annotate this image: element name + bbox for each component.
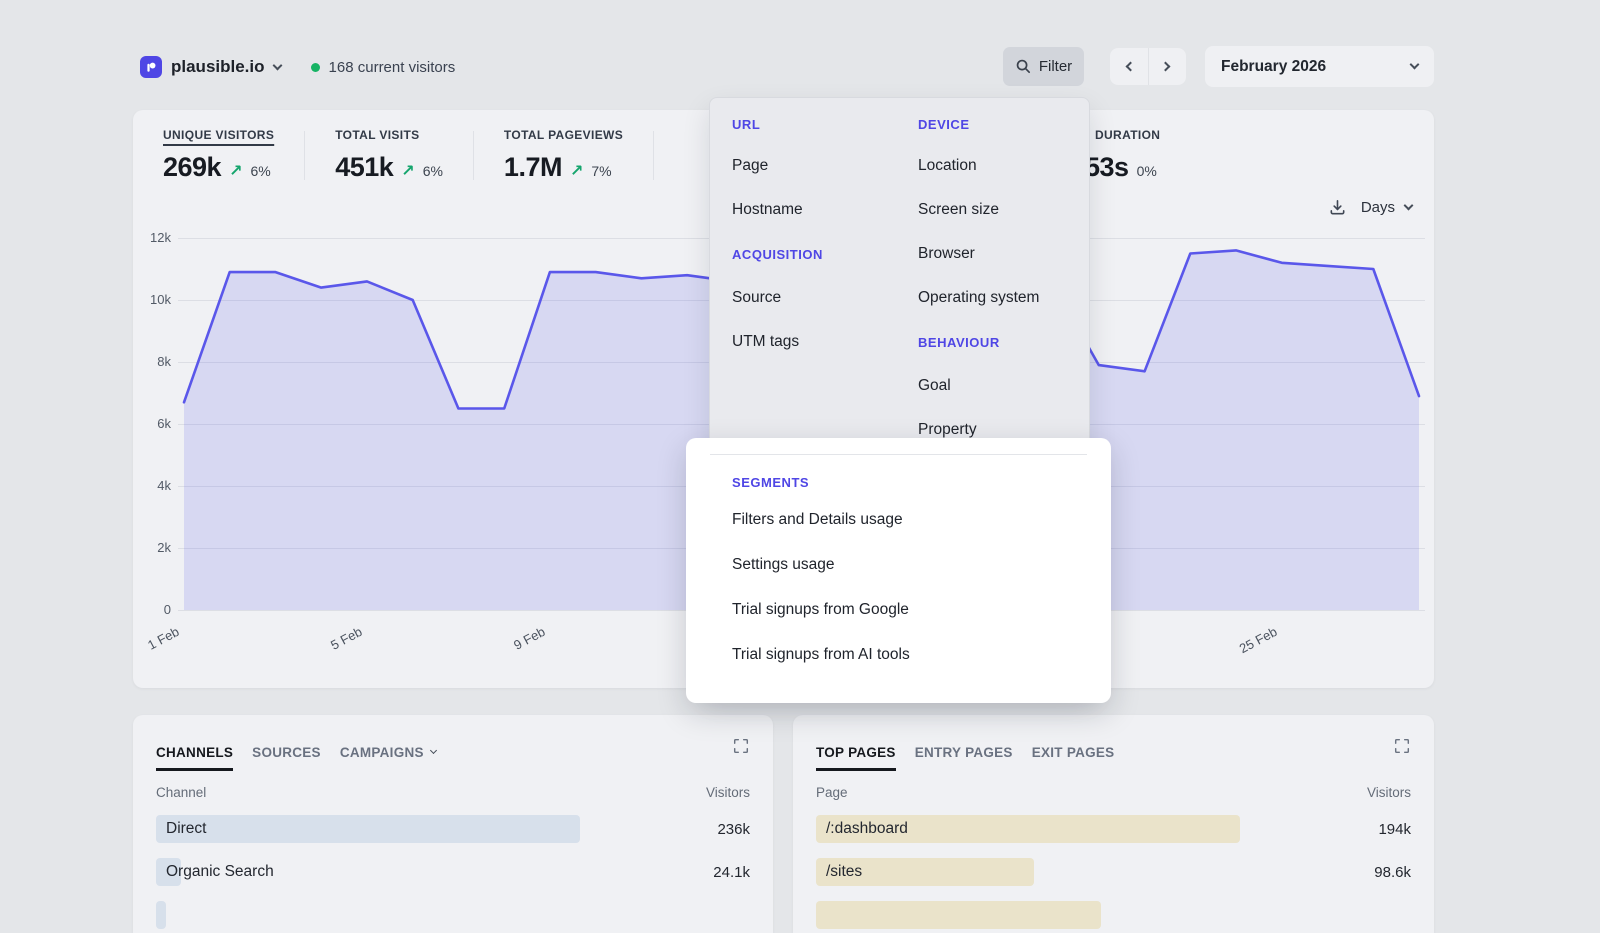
row-value: 236k: [717, 821, 750, 838]
tab-sources[interactable]: SOURCES: [252, 745, 321, 771]
next-period-button[interactable]: [1149, 48, 1187, 85]
table-header: Channel Visitors: [156, 785, 750, 800]
col-header-left: Channel: [156, 785, 206, 800]
table-row[interactable]: /sites 98.6k: [816, 858, 1411, 886]
tab-top-pages[interactable]: TOP PAGES: [816, 745, 896, 771]
y-axis-label: 12k: [133, 230, 171, 245]
filter-item-source[interactable]: Source: [732, 276, 918, 320]
filter-menu-grid: URLPageHostnameACQUISITIONSourceUTM tags…: [710, 98, 1089, 452]
x-axis-label: 1 Feb: [118, 624, 182, 667]
site-name: plausible.io: [171, 57, 265, 77]
date-range-label: February 2026: [1221, 58, 1326, 76]
table-row[interactable]: [156, 901, 750, 929]
row-label[interactable]: /sites: [816, 863, 862, 881]
divider: [710, 454, 1087, 455]
row-label[interactable]: /:dashboard: [816, 820, 908, 838]
tab-entry-pages[interactable]: ENTRY PAGES: [915, 745, 1013, 771]
x-axis-label: 5 Feb: [301, 624, 365, 667]
segment-item-filters-and-details-usage[interactable]: Filters and Details usage: [686, 497, 1111, 542]
site-switcher[interactable]: plausible.io: [140, 56, 281, 78]
filter-menu-column: DEVICELocationScreen sizeBrowserOperatin…: [918, 104, 1089, 452]
fullscreen-button[interactable]: [732, 737, 750, 760]
table-row[interactable]: [816, 901, 1411, 929]
y-axis-label: 2k: [133, 540, 171, 555]
segment-item-trial-signups-from-google[interactable]: Trial signups from Google: [686, 587, 1111, 632]
segment-item-settings-usage[interactable]: Settings usage: [686, 542, 1111, 587]
filter-section-header-acquisition: ACQUISITION: [732, 232, 918, 276]
fullscreen-button[interactable]: [1393, 737, 1411, 760]
current-visitors-label: 168 current visitors: [329, 59, 456, 76]
card-tabs: CHANNELS SOURCES CAMPAIGNS: [156, 715, 750, 771]
table-row[interactable]: Direct 236k: [156, 815, 750, 843]
filter-item-utm-tags[interactable]: UTM tags: [732, 320, 918, 364]
segments-spotlight: SEGMENTS Filters and Details usageSettin…: [686, 438, 1111, 703]
row-label[interactable]: Direct: [156, 820, 206, 838]
chevron-down-icon: [430, 747, 437, 754]
filter-label: Filter: [1039, 58, 1072, 75]
date-nav: [1110, 48, 1186, 85]
segments-list: Filters and Details usageSettings usageT…: [686, 497, 1111, 677]
filter-item-page[interactable]: Page: [732, 144, 918, 188]
chevron-left-icon: [1125, 62, 1135, 72]
table-row[interactable]: Organic Search 24.1k: [156, 858, 750, 886]
prev-period-button[interactable]: [1110, 48, 1148, 85]
segment-item-trial-signups-from-ai-tools[interactable]: Trial signups from AI tools: [686, 632, 1111, 677]
filter-item-screen-size[interactable]: Screen size: [918, 188, 1089, 232]
live-indicator-icon: [311, 63, 320, 72]
y-axis-label: 8k: [133, 354, 171, 369]
date-range-picker[interactable]: February 2026: [1205, 46, 1434, 87]
filter-item-goal[interactable]: Goal: [918, 364, 1089, 408]
table-header: Page Visitors: [816, 785, 1411, 800]
chart-y-axis: 02k4k6k8k10k12k: [133, 236, 171, 612]
chevron-right-icon: [1161, 62, 1171, 72]
y-axis-label: 4k: [133, 478, 171, 493]
pages-card: TOP PAGES ENTRY PAGES EXIT PAGES Page Visi…: [793, 715, 1434, 933]
card-tabs: TOP PAGES ENTRY PAGES EXIT PAGES: [816, 715, 1411, 771]
row-bar: [156, 815, 580, 843]
row-bar: [156, 901, 166, 929]
channels-card: CHANNELS SOURCES CAMPAIGNS Channel Visitor…: [133, 715, 773, 933]
y-axis-label: 10k: [133, 292, 171, 307]
filter-section-header-behaviour: BEHAVIOUR: [918, 320, 1089, 364]
col-header-right: Visitors: [706, 785, 750, 800]
col-header-left: Page: [816, 785, 848, 800]
segments-header: SEGMENTS: [732, 467, 1111, 497]
filter-item-hostname[interactable]: Hostname: [732, 188, 918, 232]
plausible-logo-icon: [140, 56, 162, 78]
filter-button[interactable]: Filter: [1003, 47, 1084, 86]
filter-section-header-url: URL: [732, 104, 918, 144]
row-bar: [816, 901, 1101, 929]
chevron-down-icon: [1410, 60, 1420, 70]
x-axis-label: 25 Feb: [1216, 624, 1280, 667]
search-icon: [1015, 58, 1032, 75]
tab-campaigns[interactable]: CAMPAIGNS: [340, 745, 436, 771]
y-axis-label: 6k: [133, 416, 171, 431]
tab-exit-pages[interactable]: EXIT PAGES: [1032, 745, 1115, 771]
row-value: 98.6k: [1374, 864, 1411, 881]
filter-item-operating-system[interactable]: Operating system: [918, 276, 1089, 320]
current-visitors[interactable]: 168 current visitors: [311, 59, 456, 76]
site-header: plausible.io 168 current visitors: [140, 47, 455, 87]
filter-section-header-device: DEVICE: [918, 104, 1089, 144]
tab-channels[interactable]: CHANNELS: [156, 745, 233, 771]
card-rows: Direct 236k Organic Search 24.1k: [156, 815, 750, 929]
filter-item-location[interactable]: Location: [918, 144, 1089, 188]
filter-item-browser[interactable]: Browser: [918, 232, 1089, 276]
x-axis-label: 9 Feb: [484, 624, 548, 667]
table-row[interactable]: /:dashboard 194k: [816, 815, 1411, 843]
card-rows: /:dashboard 194k/sites 98.6k: [816, 815, 1411, 929]
chevron-down-icon: [272, 60, 282, 70]
col-header-right: Visitors: [1367, 785, 1411, 800]
row-value: 194k: [1378, 821, 1411, 838]
row-label[interactable]: Organic Search: [156, 863, 274, 881]
filter-dropdown: URLPageHostnameACQUISITIONSourceUTM tags…: [709, 97, 1090, 688]
filter-menu-column: URLPageHostnameACQUISITIONSourceUTM tags: [732, 104, 918, 452]
row-value: 24.1k: [713, 864, 750, 881]
